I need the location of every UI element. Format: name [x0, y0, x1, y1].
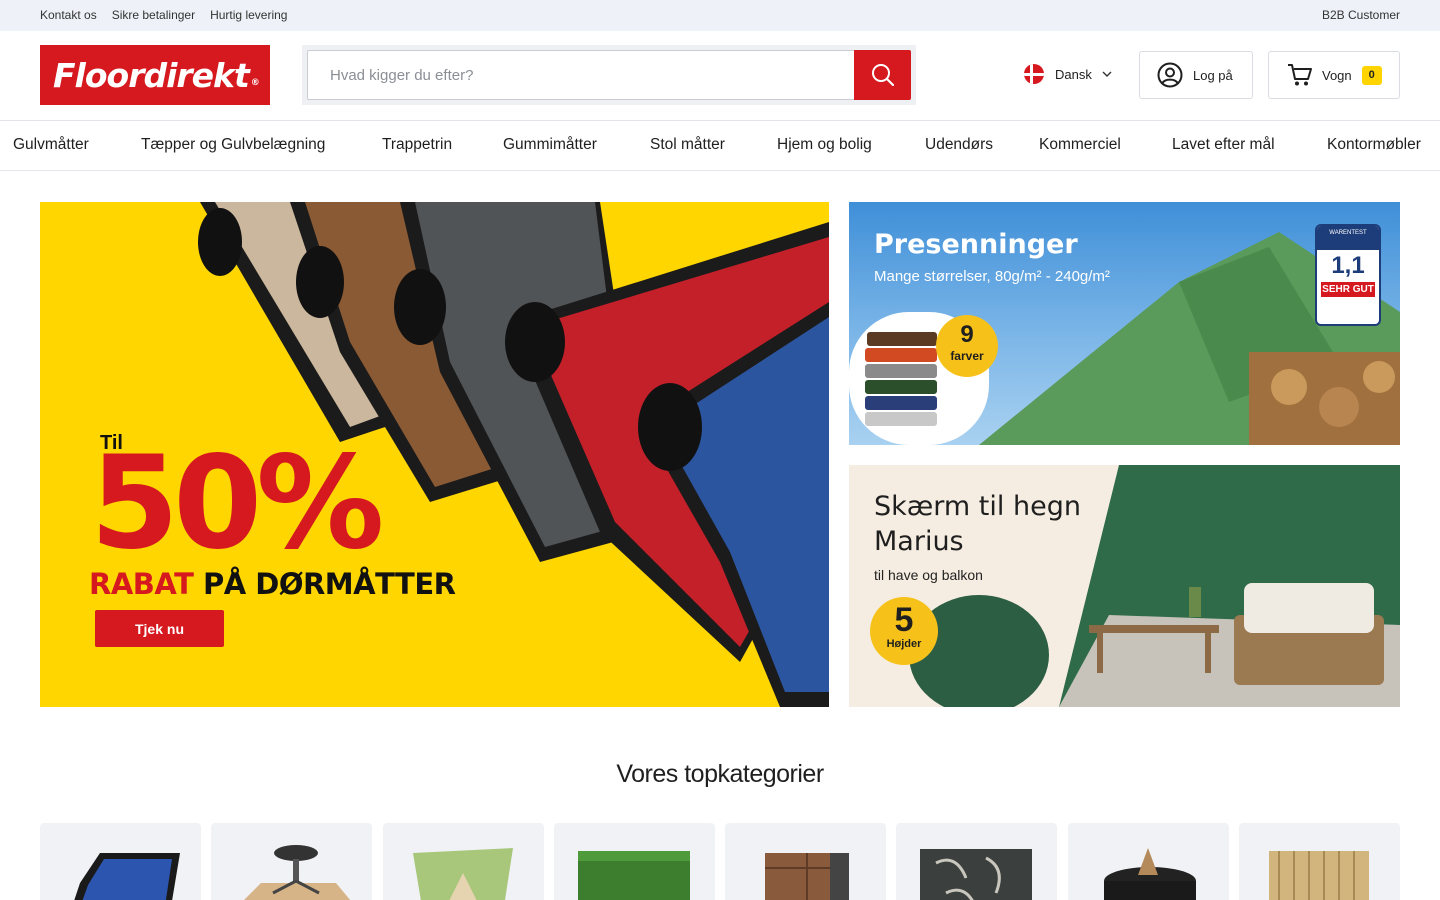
nav-item-stol-matter[interactable]: Stol måtter [650, 136, 725, 154]
user-icon [1157, 62, 1183, 88]
cart-count-badge: 0 [1361, 65, 1382, 85]
hero-cta-button[interactable]: Tjek nu [95, 610, 224, 647]
seal-top: WARENTEST [1317, 226, 1379, 250]
nav-item-udendors[interactable]: Udendørs [925, 136, 993, 154]
seal-value: 1,1 [1331, 252, 1365, 279]
search-input[interactable] [307, 50, 855, 100]
logo-text: Floordirekt [53, 55, 250, 95]
tarp-subtitle: Mange størrelser, 80g/m² - 240g/m² [874, 268, 1110, 285]
fast-delivery-link[interactable]: Hurtig levering [210, 8, 287, 22]
fence-subtitle: til have og balkon [874, 567, 983, 583]
hero-headline: RABAT PÅ DØRMÅTTER [89, 567, 456, 601]
main-navigation: Gulvmåtter Tæpper og Gulvbelægning Trapp… [0, 120, 1440, 171]
tarpaulin-banner[interactable]: Presenninger Mange størrelser, 80g/m² - … [849, 202, 1400, 445]
nav-item-taepper[interactable]: Tæpper og Gulvbelægning [141, 136, 325, 154]
fence-badge-number: 5 [894, 601, 914, 639]
fire-pit-image [1104, 848, 1196, 900]
secure-payments-link[interactable]: Sikre betalinger [112, 8, 195, 22]
b2b-customer-link[interactable]: B2B Customer [1322, 8, 1400, 22]
fence-badge-text: Højder [886, 638, 922, 650]
cart-label: Vogn [1322, 67, 1352, 83]
cart-button[interactable]: Vogn 0 [1268, 51, 1400, 99]
category-card-shade-sail[interactable] [383, 823, 544, 900]
nav-item-kommerciel[interactable]: Kommerciel [1039, 136, 1121, 154]
outdoor-rug-image [920, 849, 1032, 900]
test-seal: WARENTEST 1,1 SEHR GUT [1315, 224, 1381, 326]
seal-grade: SEHR GUT [1321, 282, 1375, 297]
tarp-title: Presenninger [874, 229, 1078, 260]
nav-item-trappetrin[interactable]: Trappetrin [382, 136, 452, 154]
category-card-fire-pit[interactable] [1068, 823, 1229, 900]
category-card-doormat[interactable] [40, 823, 201, 900]
artificial-grass-image [578, 851, 690, 900]
bamboo-fence-image [1269, 851, 1369, 900]
top-categories-title: Vores topkategorier [616, 760, 824, 788]
search-button[interactable] [854, 50, 911, 100]
category-card-outdoor-rug[interactable] [896, 823, 1057, 900]
nav-item-gummimatter[interactable]: Gummimåtter [503, 136, 597, 154]
tarp-badge-number: 9 [960, 321, 974, 348]
fence-heights-badge: 5 Højder [870, 597, 938, 665]
logo-registered-mark: ® [250, 78, 260, 88]
header: Floordirekt ® Dansk Log på [0, 31, 1440, 120]
tarp-badge-text: farver [950, 349, 984, 363]
doormat-image [74, 853, 180, 900]
login-button[interactable]: Log på [1139, 51, 1253, 99]
hero-percent: 50% [90, 429, 384, 578]
deck-tile-image [765, 853, 849, 900]
login-label: Log på [1193, 67, 1233, 83]
nav-item-hjem-og-bolig[interactable]: Hjem og bolig [777, 136, 872, 154]
contact-link[interactable]: Kontakt os [40, 8, 97, 22]
category-card-deck-tiles[interactable] [725, 823, 886, 900]
search-bar [302, 45, 916, 105]
language-label: Dansk [1055, 66, 1092, 82]
denmark-flag-icon [1024, 64, 1044, 84]
category-card-bamboo-fence[interactable] [1239, 823, 1400, 900]
fence-screen-banner[interactable]: Skærm til hegn Marius til have og balkon… [849, 465, 1400, 707]
floordirekt-logo[interactable]: Floordirekt ® [40, 45, 270, 105]
chevron-down-icon [1102, 71, 1112, 77]
top-bar: Kontakt os Sikre betalinger Hurtig lever… [0, 0, 1440, 31]
cart-icon [1288, 64, 1312, 86]
shade-sail-image [413, 848, 513, 900]
category-card-artificial-grass[interactable] [554, 823, 715, 900]
doormat-sale-banner[interactable]: Til 50% RABAT PÅ DØRMÅTTER Tjek nu [40, 202, 829, 707]
chairmat-image [244, 845, 351, 900]
hero-rabat: RABAT [89, 567, 194, 601]
hero-headline-rest: PÅ DØRMÅTTER [193, 567, 456, 601]
fence-title: Skærm til hegn Marius [874, 491, 1081, 557]
category-card-chairmat[interactable] [211, 823, 372, 900]
top-links: Kontakt os Sikre betalinger Hurtig lever… [40, 8, 287, 22]
nav-item-gulvmatter[interactable]: Gulvmåtter [13, 136, 89, 154]
nav-item-kontormobler[interactable]: Kontormøbler [1327, 136, 1421, 154]
search-icon [871, 64, 894, 87]
tarp-colors-badge: 9 farver [936, 315, 998, 377]
language-selector[interactable]: Dansk [1024, 64, 1112, 84]
nav-item-lavet-efter-mal[interactable]: Lavet efter mål [1172, 136, 1275, 154]
